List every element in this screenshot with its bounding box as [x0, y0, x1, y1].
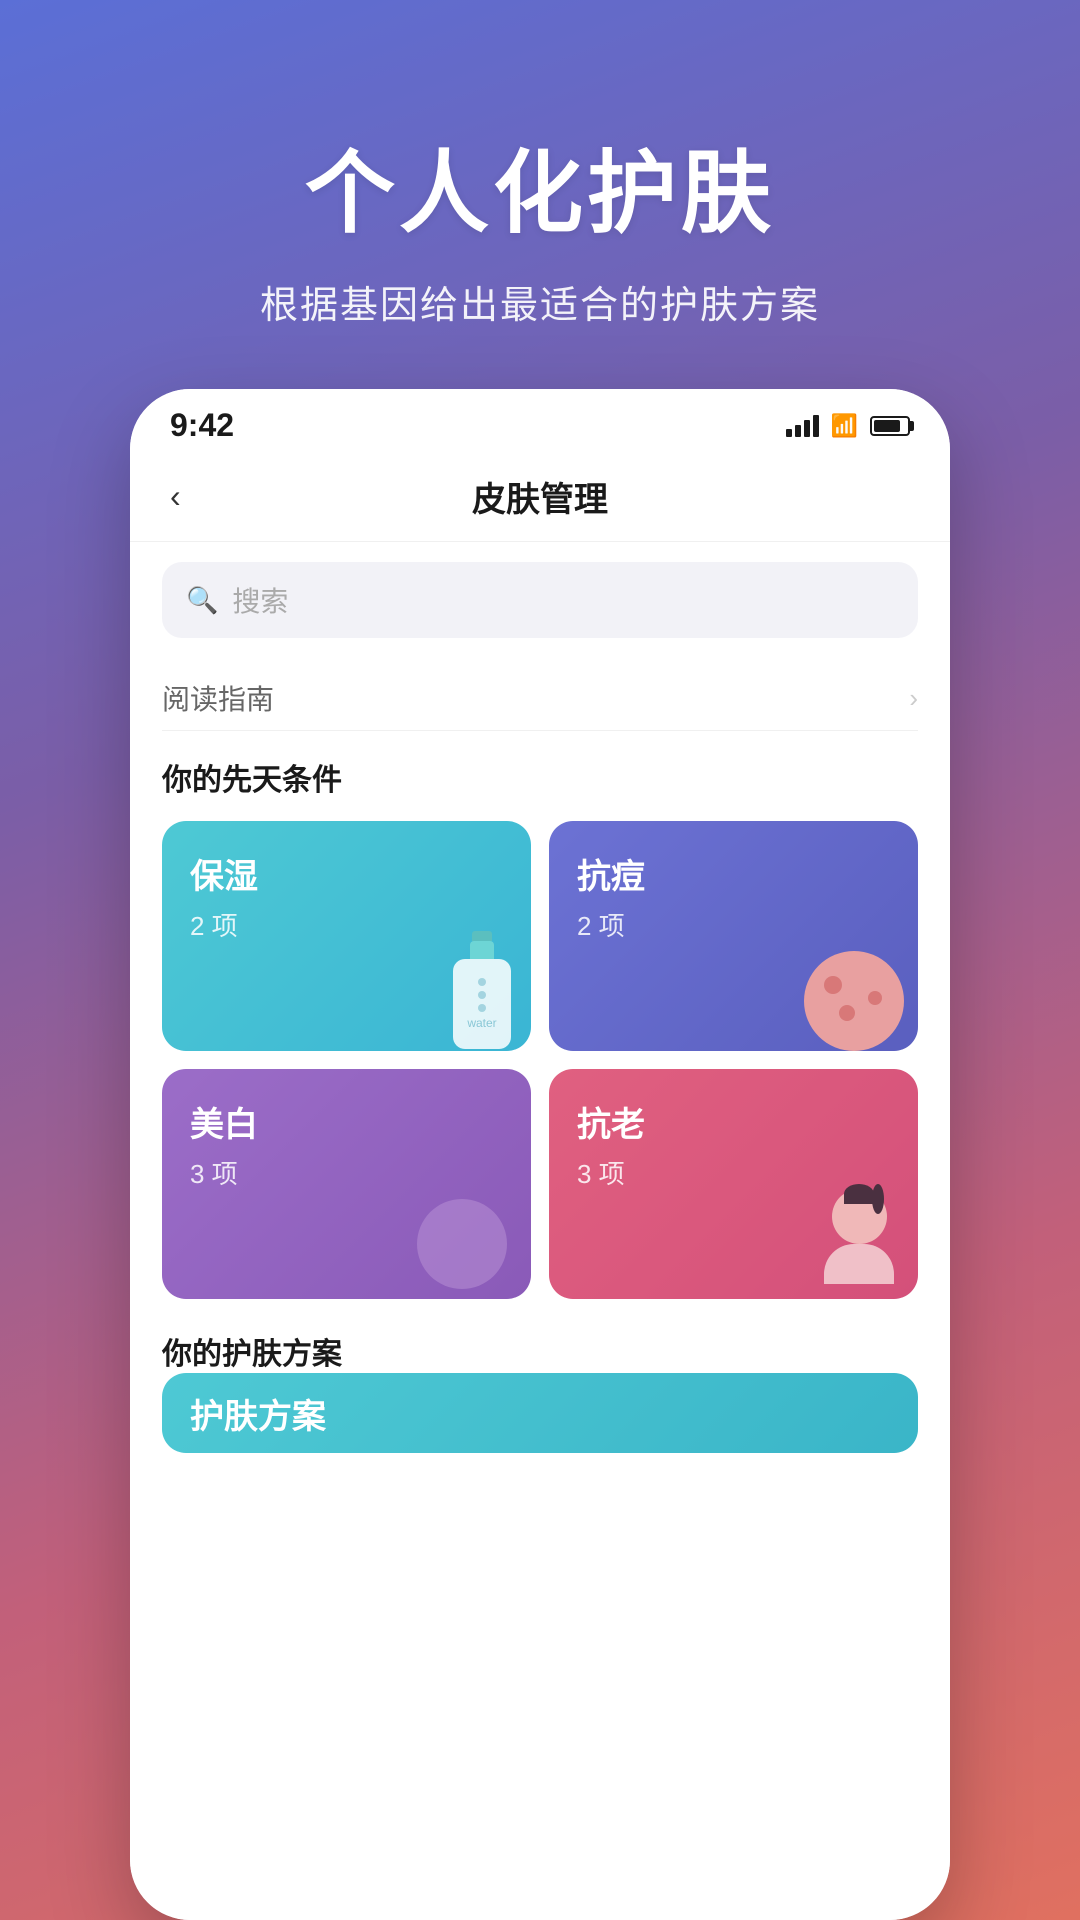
signal-icon [786, 415, 819, 437]
hero-section: 个人化护肤 根据基因给出最适合的护肤方案 [0, 0, 1080, 389]
guide-arrow: › [909, 683, 918, 714]
nav-bar: ‹ 皮肤管理 [130, 452, 950, 542]
search-icon: 🔍 [186, 585, 218, 616]
battery-icon [870, 416, 910, 436]
card-antiaging[interactable]: 抗老 3 项 [549, 1069, 918, 1299]
card-acne-label: 抗痘 [577, 849, 890, 898]
skincare-section-header: 你的护肤方案 [130, 1309, 950, 1373]
card-antiaging-count: 3 项 [577, 1154, 890, 1191]
search-placeholder: 搜索 [232, 580, 288, 620]
search-bar[interactable]: 🔍 搜索 [162, 562, 918, 638]
card-whitening-label: 美白 [190, 1097, 503, 1146]
guide-label: 阅读指南 [162, 678, 274, 718]
hero-title: 个人化护肤 [60, 120, 1020, 250]
guide-row[interactable]: 阅读指南 › [130, 658, 950, 730]
card-whitening-count: 3 项 [190, 1154, 503, 1191]
skincare-section-title: 你的护肤方案 [162, 1338, 342, 1371]
face-mask-illustration [417, 1199, 517, 1299]
skincare-card-label: 护肤方案 [190, 1389, 326, 1438]
wifi-icon: 📶 [831, 413, 858, 439]
status-bar: 9:42 📶 [130, 389, 950, 452]
status-time: 9:42 [170, 407, 234, 444]
search-container: 🔍 搜索 [130, 542, 950, 658]
card-whitening[interactable]: 美白 3 项 [162, 1069, 531, 1299]
phone-content: ‹ 皮肤管理 🔍 搜索 阅读指南 › 你的先天条件 保湿 2 项 [130, 452, 950, 1920]
skincare-card[interactable]: 护肤方案 [162, 1373, 918, 1453]
phone-mockup: 9:42 📶 ‹ 皮肤管理 🔍 搜索 阅读指南 › [130, 389, 950, 1920]
cards-grid: 保湿 2 项 water [130, 811, 950, 1309]
acne-face-illustration [804, 951, 904, 1051]
innate-conditions-title: 你的先天条件 [162, 764, 342, 797]
antiaging-person-illustration [814, 1189, 904, 1299]
hero-subtitle: 根据基因给出最适合的护肤方案 [60, 274, 1020, 329]
card-acne-count: 2 项 [577, 906, 890, 943]
innate-conditions-header: 你的先天条件 [130, 731, 950, 811]
card-antiaging-label: 抗老 [577, 1097, 890, 1146]
water-bottle-illustration: water [447, 931, 517, 1051]
card-acne[interactable]: 抗痘 2 项 [549, 821, 918, 1051]
status-icons: 📶 [786, 413, 910, 439]
skincare-card-container: 护肤方案 [130, 1373, 950, 1453]
page-title: 皮肤管理 [472, 472, 608, 521]
card-moisturize[interactable]: 保湿 2 项 water [162, 821, 531, 1051]
back-button[interactable]: ‹ [170, 478, 181, 515]
card-moisturize-label: 保湿 [190, 849, 503, 898]
